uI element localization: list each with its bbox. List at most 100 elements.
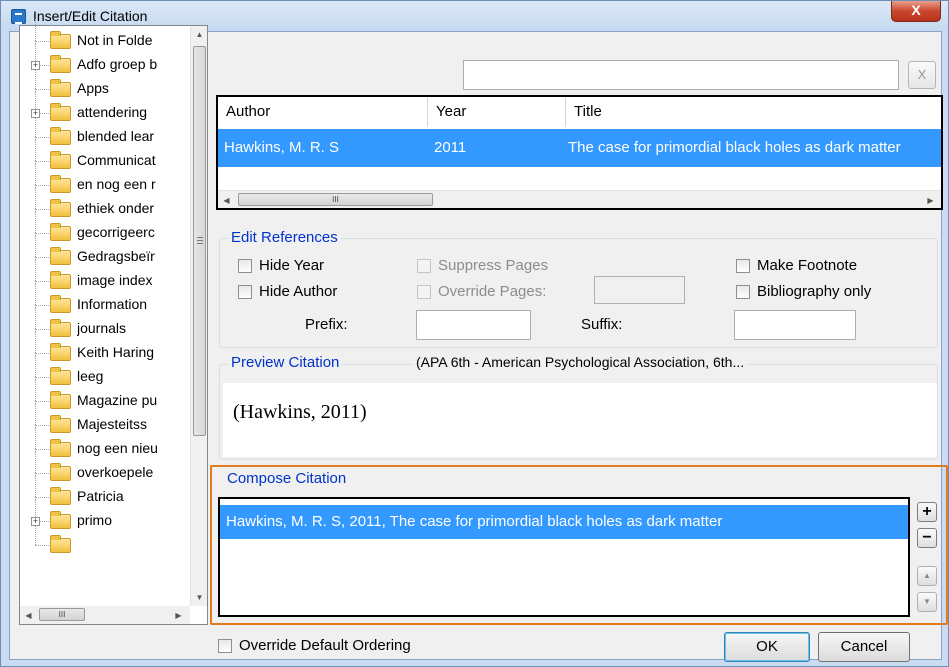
- folder-icon: [50, 319, 71, 337]
- folder-icon: [50, 79, 71, 97]
- tree-item[interactable]: Keith Haring: [20, 331, 190, 364]
- compose-citation-list[interactable]: Hawkins, M. R. S, 2011, The case for pri…: [218, 497, 910, 617]
- prefix-label: Prefix:: [305, 316, 348, 333]
- tree-item[interactable]: blended lear: [20, 115, 190, 148]
- tree-item[interactable]: [20, 523, 190, 556]
- tree-item-label: attendering: [77, 104, 148, 120]
- folder-icon: [50, 151, 71, 169]
- remove-button[interactable]: −: [917, 528, 937, 548]
- move-up-icon[interactable]: ▲: [917, 566, 937, 586]
- tree-item-label: Keith Haring: [77, 344, 155, 360]
- folder-icon: [50, 415, 71, 433]
- window-title: Insert/Edit Citation: [33, 8, 148, 24]
- tree-item[interactable]: nog een nieu: [20, 427, 190, 460]
- app-icon: [11, 9, 26, 24]
- hide-author-label: Hide Author: [259, 283, 338, 300]
- tree-hscroll-thumb[interactable]: III: [39, 608, 85, 621]
- tree-item[interactable]: gecorrigeerc: [20, 211, 190, 244]
- cell-year: 2011: [434, 139, 467, 156]
- tree-item[interactable]: + primo: [20, 499, 190, 532]
- make-footnote-label: Make Footnote: [757, 257, 858, 274]
- folder-icon: [50, 535, 71, 553]
- tree-item[interactable]: Not in Folde: [20, 19, 190, 52]
- tree-horizontal-scrollbar[interactable]: ◀ III ▶: [20, 606, 190, 624]
- folder-icon: [50, 175, 71, 193]
- table-hscroll-thumb[interactable]: III: [238, 193, 433, 206]
- tree-item[interactable]: Apps: [20, 67, 190, 100]
- tree-item[interactable]: Majesteitss: [20, 403, 190, 436]
- folder-icon: [50, 103, 71, 121]
- bibliography-only-label: Bibliography only: [757, 283, 872, 300]
- column-header-author[interactable]: Author: [218, 97, 428, 127]
- folder-icon: [50, 343, 71, 361]
- preview-box: (Hawkins, 2011): [223, 383, 937, 457]
- tree-scroll-thumb[interactable]: [193, 46, 206, 436]
- tree-item-label: Not in Folde: [77, 32, 153, 48]
- tree-item[interactable]: + Adfo groep b: [20, 43, 190, 76]
- references-table[interactable]: Author Year Title Hawkins, M. R. S 2011 …: [216, 95, 943, 210]
- ok-button[interactable]: OK: [724, 632, 810, 662]
- tree-item[interactable]: + attendering: [20, 91, 190, 124]
- suffix-label: Suffix:: [581, 316, 623, 333]
- override-pages-label: Override Pages:: [438, 283, 547, 300]
- scroll-up-icon[interactable]: ▲: [191, 26, 208, 43]
- tree-item-label: image index: [77, 272, 153, 288]
- folder-tree[interactable]: + primo Patricia overkoepele nog een nieu Maj…: [19, 19, 208, 625]
- list-item[interactable]: Hawkins, M. R. S, 2011, The case for pri…: [220, 505, 908, 539]
- close-button[interactable]: X: [891, 1, 941, 22]
- tree-item[interactable]: en nog een r: [20, 163, 190, 196]
- clear-search-button[interactable]: X: [908, 61, 936, 89]
- scroll-right-icon[interactable]: ▶: [170, 607, 187, 624]
- tree-item[interactable]: ethiek onder: [20, 187, 190, 220]
- tree-item[interactable]: journals: [20, 307, 190, 340]
- tree-item[interactable]: Communicat: [20, 139, 190, 172]
- tree-item-label: gecorrigeerc: [77, 224, 155, 240]
- folder-icon: [50, 199, 71, 217]
- tree-item-label: Magazine pu: [77, 392, 158, 408]
- scroll-left-icon[interactable]: ◀: [218, 192, 235, 209]
- move-down-icon[interactable]: ▼: [917, 592, 937, 612]
- cancel-button[interactable]: Cancel: [818, 632, 910, 662]
- tree-item-label: Information: [77, 296, 148, 312]
- folder-icon: [50, 487, 71, 505]
- tree-item-label: Apps: [77, 80, 109, 96]
- tree-item[interactable]: Information: [20, 283, 190, 316]
- scroll-down-icon[interactable]: ▼: [191, 589, 208, 606]
- tree-vertical-scrollbar[interactable]: ▲ ▼: [190, 26, 207, 606]
- expand-icon[interactable]: +: [31, 109, 40, 118]
- tree-item[interactable]: leeg: [20, 355, 190, 388]
- folder-icon: [50, 127, 71, 145]
- search-input[interactable]: [463, 60, 899, 90]
- override-pages-field[interactable]: [594, 276, 685, 304]
- tree-item-label: journals: [77, 320, 127, 336]
- hide-year-label: Hide Year: [259, 257, 325, 274]
- tree-item-label: blended lear: [77, 128, 155, 144]
- tree-item[interactable]: Gedragsbeïr: [20, 235, 190, 268]
- tree-item-label: Patricia: [77, 488, 124, 504]
- scroll-left-icon[interactable]: ◀: [20, 607, 37, 624]
- suffix-field[interactable]: [734, 310, 856, 340]
- column-header-year[interactable]: Year: [428, 97, 566, 127]
- table-row[interactable]: Hawkins, M. R. S 2011 The case for primo…: [218, 129, 941, 167]
- folder-icon: [50, 247, 71, 265]
- add-button[interactable]: +: [917, 502, 937, 522]
- tree-item-label: Gedragsbeïr: [77, 248, 155, 264]
- tree-item-label: primo: [77, 512, 113, 528]
- tree-item-label: Majesteitss: [77, 416, 148, 432]
- preview-citation-title: Preview Citation: [228, 354, 343, 371]
- table-horizontal-scrollbar[interactable]: ◀ III ▶: [218, 190, 941, 208]
- scroll-right-icon[interactable]: ▶: [922, 192, 939, 209]
- expand-icon[interactable]: +: [31, 517, 40, 526]
- tree-item[interactable]: overkoepele: [20, 451, 190, 484]
- suppress-pages-label: Suppress Pages: [438, 257, 549, 274]
- citation-style-label: (APA 6th - American Psychological Associ…: [412, 354, 749, 370]
- expand-icon[interactable]: +: [31, 61, 40, 70]
- folder-icon: [50, 463, 71, 481]
- prefix-field[interactable]: [416, 310, 531, 340]
- tree-item-label: en nog een r: [77, 176, 156, 192]
- tree-item[interactable]: image index: [20, 259, 190, 292]
- column-header-title[interactable]: Title: [566, 97, 941, 127]
- preview-citation-text: (Hawkins, 2011): [233, 401, 367, 423]
- tree-item[interactable]: Patricia: [20, 475, 190, 508]
- tree-item[interactable]: Magazine pu: [20, 379, 190, 412]
